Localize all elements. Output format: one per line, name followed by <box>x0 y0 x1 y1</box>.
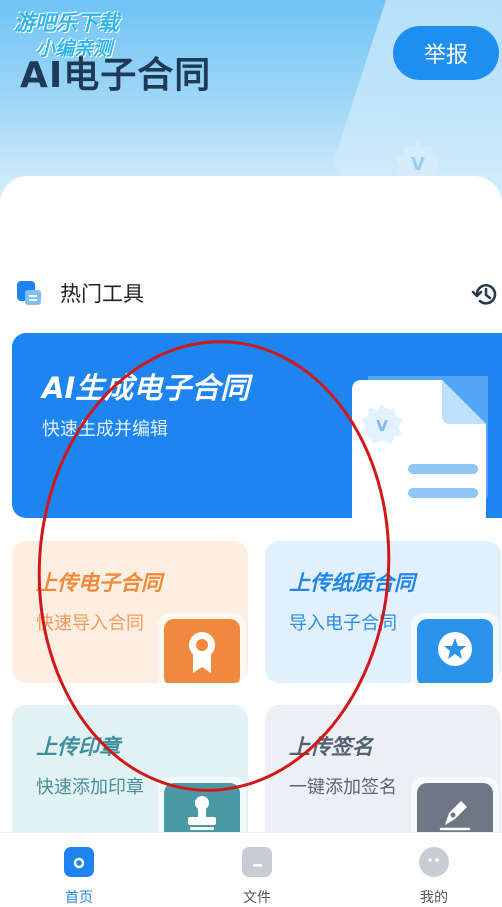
card-subtitle: 快速导入合同 <box>36 613 144 634</box>
ai-generate-contract-card[interactable]: AI生成电子合同 快速生成并编辑 V <box>12 333 502 518</box>
tab-home-label: 首页 <box>65 890 93 906</box>
section-header: 热门工具 <box>16 278 502 308</box>
bottom-tab-bar: 首页 文件 我的 <box>0 832 502 907</box>
report-button[interactable]: 举报 <box>393 26 499 80</box>
home-icon <box>64 847 94 877</box>
card-subtitle: 快速添加印章 <box>36 777 144 798</box>
card-subtitle: 导入电子合同 <box>289 613 397 634</box>
tools-icon <box>17 281 41 305</box>
header-banner: V 游吧乐下载 小编亲测 AI电子合同 举报 <box>0 0 502 200</box>
document-icon: V <box>352 376 488 518</box>
card-icon-tile <box>417 619 493 683</box>
section-title: 热门工具 <box>60 282 144 306</box>
card-title: 上传电子合同 <box>36 571 162 595</box>
history-icon[interactable] <box>471 280 499 308</box>
card-title: 上传签名 <box>289 735 373 759</box>
card-icon-tile <box>164 619 240 683</box>
card-title: 上传印章 <box>36 735 120 759</box>
card-title: 上传纸质合同 <box>289 571 415 595</box>
watermark-line1: 游吧乐下载 <box>14 11 119 35</box>
pen-icon <box>439 801 471 831</box>
tab-mine-label: 我的 <box>420 890 448 906</box>
svg-text:V: V <box>376 417 388 435</box>
star-badge-icon <box>438 632 472 666</box>
stamp-icon <box>188 796 216 830</box>
tab-files[interactable]: 文件 <box>217 847 297 907</box>
tab-home[interactable]: 首页 <box>39 847 119 907</box>
upload-seal-card[interactable]: 上传印章 快速添加印章 <box>12 705 248 847</box>
tab-mine[interactable]: 我的 <box>394 847 474 907</box>
upload-paper-contract-card[interactable]: 上传纸质合同 导入电子合同 <box>265 541 501 683</box>
folder-icon <box>242 847 272 877</box>
hero-title: AI生成电子合同 <box>42 371 250 405</box>
app-title: AI电子合同 <box>20 55 212 96</box>
profile-icon <box>419 847 449 877</box>
award-icon <box>189 632 215 673</box>
upload-signature-card[interactable]: 上传签名 一键添加签名 <box>265 705 501 847</box>
hero-subtitle: 快速生成并编辑 <box>42 419 168 440</box>
tab-files-label: 文件 <box>243 890 271 906</box>
upload-e-contract-card[interactable]: 上传电子合同 快速导入合同 <box>12 541 248 683</box>
card-subtitle: 一键添加签名 <box>289 777 397 798</box>
svg-text:V: V <box>411 154 425 175</box>
